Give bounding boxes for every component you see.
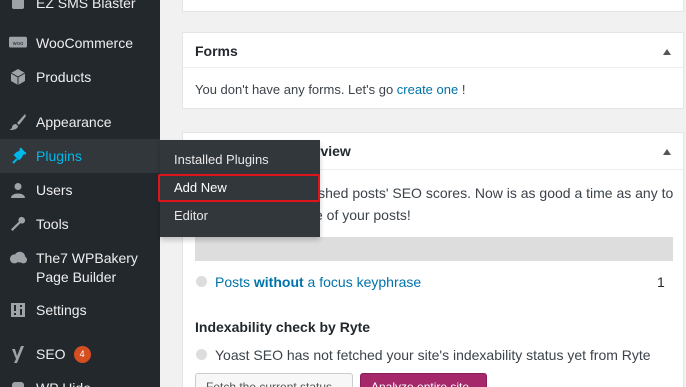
status-dot bbox=[196, 349, 207, 360]
woocommerce-icon: woo bbox=[9, 34, 27, 52]
sidebar-item-label: WP Hide bbox=[36, 379, 91, 387]
posts-label-bold: without bbox=[253, 274, 304, 290]
sidebar-item-seo[interactable]: SEO 4 bbox=[0, 345, 160, 364]
sidebar-item-label: Plugins bbox=[36, 148, 82, 164]
seo-panel-collapse-toggle[interactable] bbox=[663, 149, 671, 155]
sidebar-item-plugins[interactable]: Plugins bbox=[0, 139, 160, 173]
forms-panel-collapse-toggle[interactable] bbox=[663, 49, 671, 55]
indexability-status-text: Yoast SEO has not fetched your site's in… bbox=[215, 347, 651, 363]
sidebar-item-label: Settings bbox=[36, 302, 87, 318]
seo-label: SEO bbox=[36, 345, 66, 362]
fetch-status-button[interactable]: Fetch the current status bbox=[195, 373, 353, 387]
forms-panel-title: Forms bbox=[195, 43, 238, 59]
posts-without-keyphrase-count: 1 bbox=[657, 274, 665, 290]
posts-without-keyphrase-link[interactable]: Posts without a focus keyphrase bbox=[215, 274, 421, 290]
settings-icon bbox=[9, 301, 27, 319]
sidebar-item-settings[interactable]: Settings bbox=[0, 301, 160, 319]
sidebar-item-label: WooCommerce bbox=[36, 35, 133, 51]
sidebar-item-label: Tools bbox=[36, 216, 69, 232]
users-icon bbox=[9, 181, 27, 199]
divider bbox=[183, 67, 683, 68]
sidebar-item-appearance[interactable]: Appearance bbox=[0, 113, 160, 131]
sidebar-item-ez-sms-blaster[interactable]: EZ SMS Blaster bbox=[0, 0, 160, 12]
forms-empty-suffix: ! bbox=[458, 82, 466, 97]
woocommerce-icon-text: woo bbox=[13, 41, 24, 47]
add-new-highlight-box bbox=[158, 174, 320, 202]
indexability-title: Indexability check by Ryte bbox=[195, 319, 371, 335]
seo-intro-line2: e of your posts! bbox=[315, 207, 411, 223]
sidebar-item-label: EZ SMS Blaster bbox=[36, 0, 136, 11]
posts-label-pre: Posts bbox=[215, 274, 254, 290]
submenu-editor[interactable]: Editor bbox=[174, 208, 208, 223]
sidebar-item-label: The7 WPBakery bbox=[36, 250, 138, 266]
forms-empty-text: You don't have any forms. Let's go bbox=[195, 82, 397, 97]
seo-intro-line1: ished posts' SEO scores. Now is as good … bbox=[315, 185, 674, 201]
sidebar-item-label: Users bbox=[36, 182, 73, 198]
cloud-icon bbox=[9, 249, 27, 267]
seo-score-bar bbox=[195, 237, 673, 261]
sidebar-item-products[interactable]: Products bbox=[0, 68, 160, 86]
analyze-site-button[interactable]: Analyze entire site bbox=[360, 373, 487, 387]
sidebar-item-label: Products bbox=[36, 69, 92, 85]
seo-notification-badge: 4 bbox=[73, 346, 91, 364]
sidebar-item-tools[interactable]: Tools bbox=[0, 215, 160, 233]
create-one-link[interactable]: create one bbox=[397, 82, 458, 97]
wrench-icon bbox=[9, 215, 27, 233]
forms-empty-message: You don't have any forms. Let's go creat… bbox=[195, 82, 465, 97]
sidebar-item-label-line2: Page Builder bbox=[36, 269, 117, 285]
sidebar-item-woocommerce[interactable]: woo WooCommerce bbox=[0, 34, 160, 52]
plugins-icon bbox=[9, 147, 27, 165]
posts-label-post: a focus keyphrase bbox=[303, 274, 422, 290]
status-dot bbox=[196, 276, 207, 287]
admin-sidebar: EZ SMS Blaster woo WooCommerce Products … bbox=[0, 0, 160, 387]
sidebar-item-label: Appearance bbox=[36, 114, 112, 130]
products-icon bbox=[9, 68, 27, 86]
sidebar-item-label: SEO 4 bbox=[36, 345, 91, 364]
top-panel-partial bbox=[182, 0, 684, 12]
sidebar-item-users[interactable]: Users bbox=[0, 181, 160, 199]
yoast-icon bbox=[9, 345, 27, 363]
sidebar-item-the7-wpbakery[interactable]: The7 WPBakery Page Builder bbox=[0, 249, 160, 285]
sidebar-item-wp-hide[interactable]: WP Hide bbox=[0, 379, 160, 387]
brush-icon bbox=[9, 113, 27, 131]
plugin-icon bbox=[9, 0, 27, 12]
submenu-installed-plugins[interactable]: Installed Plugins bbox=[174, 152, 269, 167]
hide-icon bbox=[9, 379, 27, 387]
forms-panel: Forms You don't have any forms. Let's go… bbox=[182, 32, 684, 109]
seo-overview-title: rview bbox=[315, 143, 351, 159]
plugins-submenu: Installed Plugins Add New Editor bbox=[158, 140, 320, 237]
